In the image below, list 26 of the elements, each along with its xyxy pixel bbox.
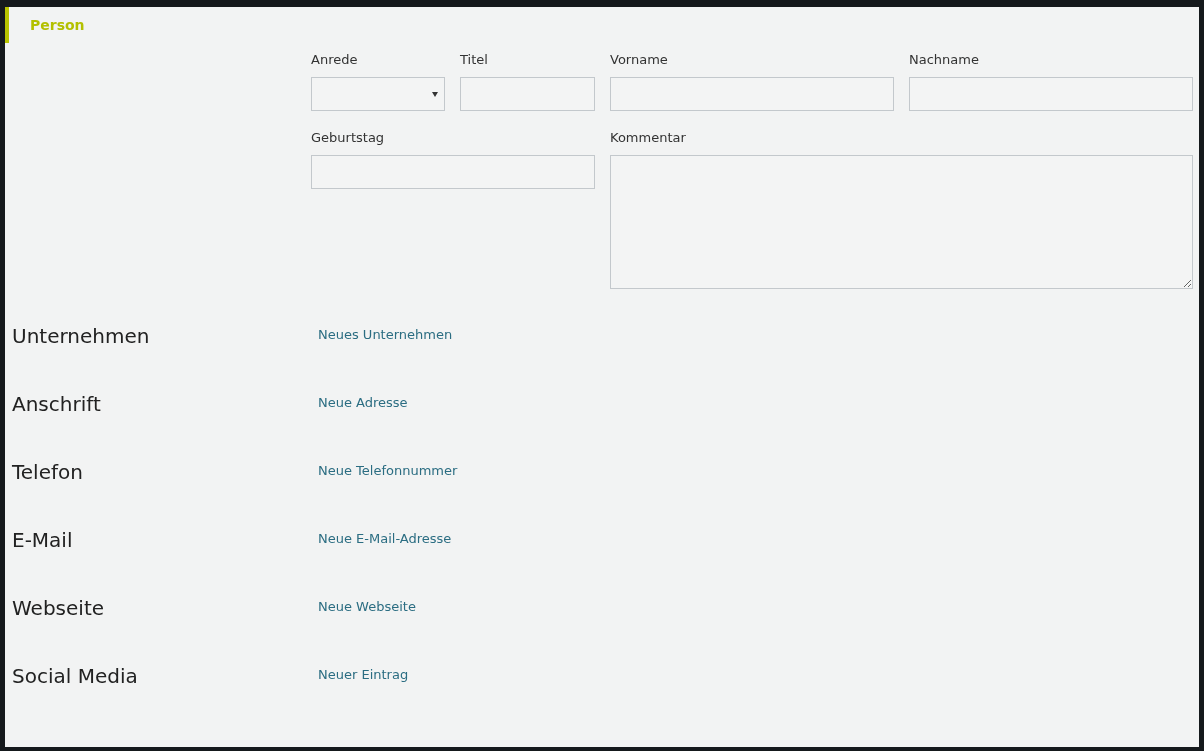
field-label: Titel: [460, 51, 489, 69]
add-link[interactable]: Neue E-Mail-Adresse: [318, 530, 452, 546]
add-link[interactable]: Neues Unternehmen: [318, 326, 453, 342]
caret-icon: [432, 92, 438, 97]
add-link[interactable]: Neue Adresse: [318, 394, 408, 410]
group-heading: E-Mail: [12, 528, 73, 552]
field-label: Anrede: [311, 51, 359, 69]
add-link[interactable]: Neue Telefonnummer: [318, 462, 458, 478]
group-heading: Unternehmen: [12, 324, 150, 348]
input-field[interactable]: [909, 77, 1193, 111]
field-label: Nachname: [909, 51, 980, 69]
comment-field[interactable]: [610, 155, 1193, 289]
field-label: Vorname: [610, 51, 669, 69]
input-field[interactable]: [610, 77, 894, 111]
group-heading: Social Media: [12, 664, 138, 688]
input-field[interactable]: [311, 155, 595, 189]
group-heading: Webseite: [12, 596, 105, 620]
add-link[interactable]: Neue Webseite: [318, 598, 416, 614]
field-label: Kommentar: [610, 129, 687, 147]
add-link[interactable]: Neuer Eintrag: [318, 666, 409, 682]
dropdown[interactable]: [311, 77, 445, 111]
group-heading: Anschrift: [12, 392, 101, 416]
input-field[interactable]: [460, 77, 595, 111]
group-heading: Telefon: [12, 460, 83, 484]
section-title: Person: [30, 17, 85, 33]
field-label: Geburtstag: [311, 129, 386, 147]
